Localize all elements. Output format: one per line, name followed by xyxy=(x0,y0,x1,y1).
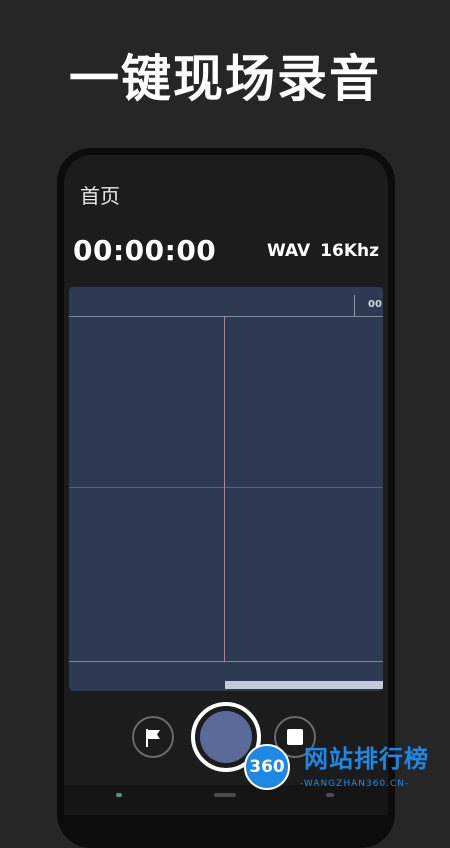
flag-button[interactable] xyxy=(132,716,174,758)
nav-indicator-home[interactable] xyxy=(116,793,122,797)
timeline-ruler xyxy=(69,316,383,317)
audio-format-info: WAV 16Khz xyxy=(267,239,379,263)
site-watermark: 360 网站排行榜 -WANGZHAN360.CN- xyxy=(244,740,450,800)
promo-headline: 一键现场录音 xyxy=(69,50,381,108)
waveform-view: 00 xyxy=(69,287,383,691)
waveform-centerline xyxy=(69,487,383,488)
page-title: 首页 xyxy=(80,184,120,208)
timeline-tick xyxy=(354,295,355,317)
watermark-name: 网站排行榜 xyxy=(304,745,429,773)
flag-icon xyxy=(146,729,160,747)
sample-rate: 16Khz xyxy=(320,241,379,261)
recording-timer: 00:00:00 xyxy=(73,234,217,267)
watermark-url: -WANGZHAN360.CN- xyxy=(300,779,410,789)
timeline-tick-label: 00 xyxy=(368,299,382,310)
audio-format: WAV xyxy=(267,241,311,261)
nav-indicator-middle[interactable] xyxy=(214,793,236,797)
watermark-logo: 360 xyxy=(244,744,290,790)
scroll-progress-bar[interactable] xyxy=(225,681,383,689)
waveform-bottom-line xyxy=(69,661,383,662)
playhead-line xyxy=(224,316,225,661)
app-screen: 首页 00:00:00 WAV 16Khz 00 xyxy=(64,155,388,815)
